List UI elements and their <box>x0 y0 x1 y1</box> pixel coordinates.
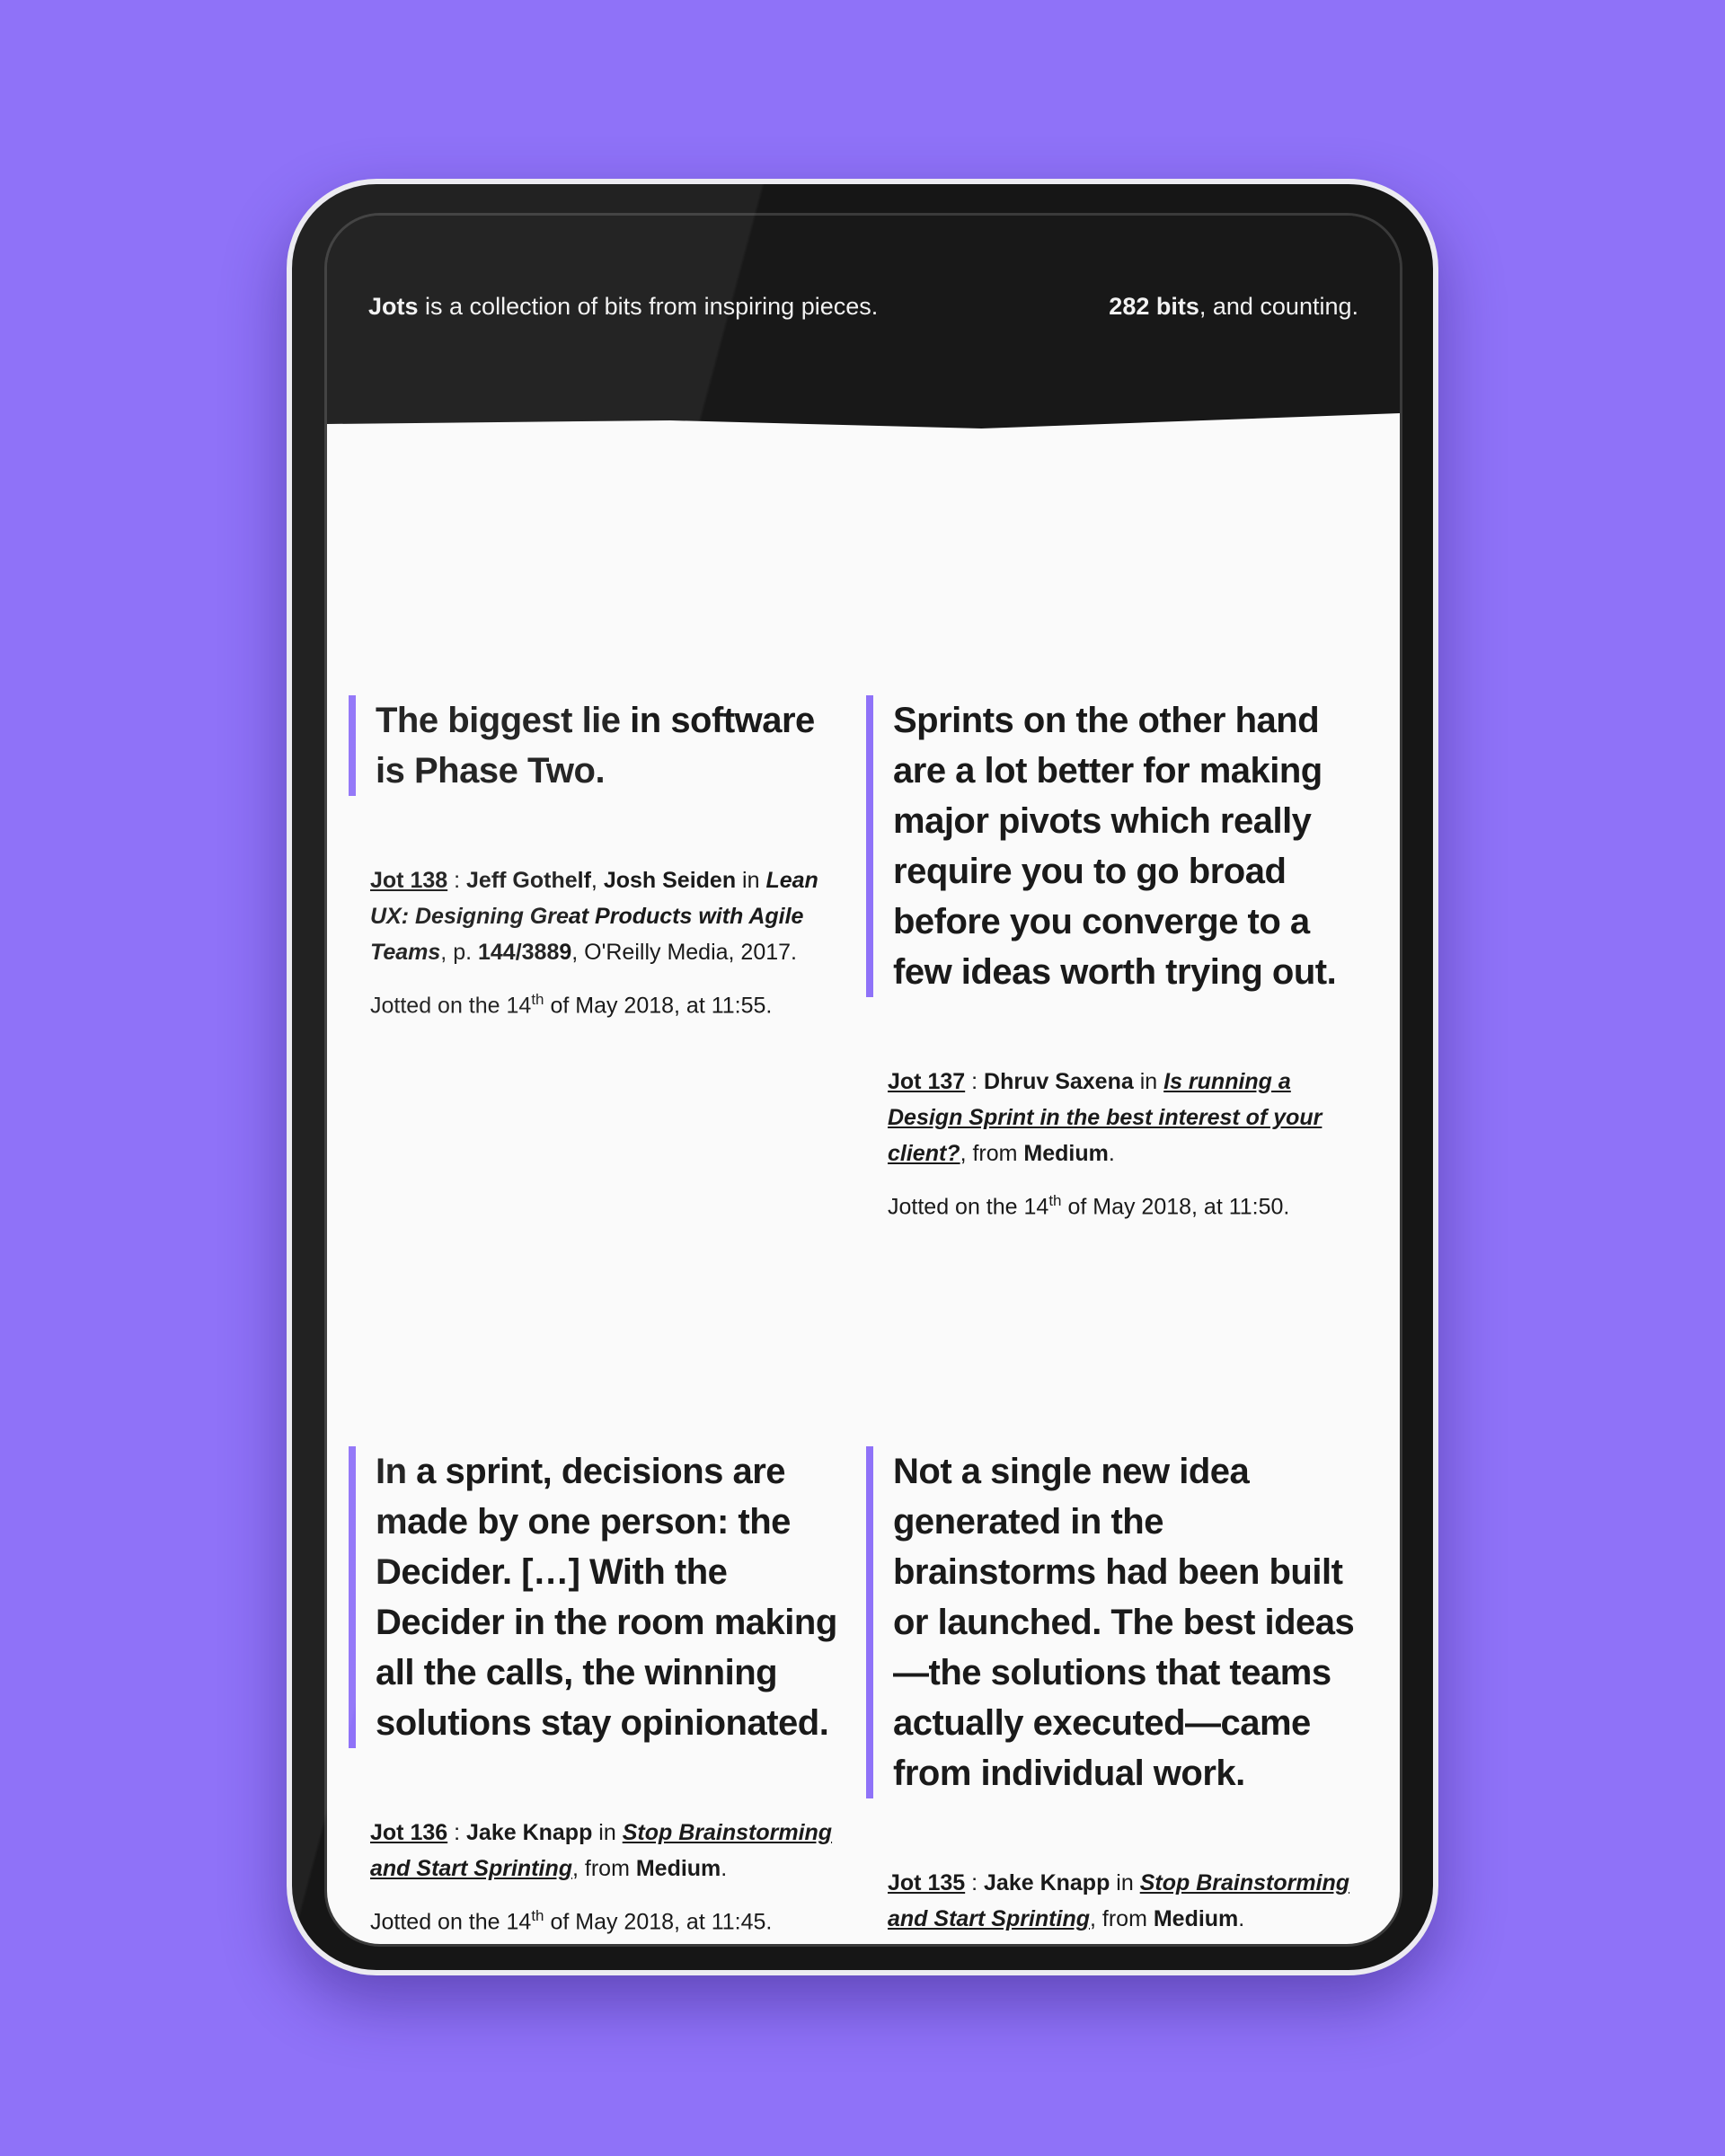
bit-counter: 282 bits, and counting. <box>1109 293 1358 321</box>
separator: , from <box>1090 1906 1154 1931</box>
jot-quote: In a sprint, decisions are made by one p… <box>349 1446 852 1748</box>
jot-card: The biggest lie in software is Phase Two… <box>349 695 852 1021</box>
separator: , from <box>572 1856 636 1881</box>
jot-quote: Not a single new idea generated in the b… <box>866 1446 1369 1798</box>
page-prefix: , p. <box>440 940 478 965</box>
jot-permalink[interactable]: Jot 137 <box>888 1069 965 1094</box>
jot-quote: Sprints on the other hand are a lot bett… <box>866 695 1369 997</box>
separator: . <box>1108 1141 1115 1166</box>
jot-permalink[interactable]: Jot 138 <box>370 868 447 893</box>
site-tagline: Jots is a collection of bits from inspir… <box>368 293 878 321</box>
separator: in <box>1133 1069 1164 1094</box>
jot-quote: The biggest lie in software is Phase Two… <box>349 695 852 796</box>
date-prefix: Jotted on the 14 <box>370 993 532 1019</box>
publisher: Medium <box>1153 1906 1239 1931</box>
date-ordinal: th <box>1048 1192 1062 1209</box>
separator: . <box>1238 1906 1245 1931</box>
author-name: Dhruv Saxena <box>984 1069 1134 1094</box>
date-ordinal: th <box>531 991 544 1008</box>
date-suffix: of May 2018, at 11:50. <box>1061 1194 1290 1220</box>
author-name: Jeff Gothelf <box>466 868 591 893</box>
jot-citation: Jot 135 : Jake Knapp in Stop Brainstormi… <box>888 1865 1369 1937</box>
author-name: Jake Knapp <box>984 1870 1110 1895</box>
jot-date: Jotted on the 14th of May 2018, at 11:55… <box>370 985 852 1021</box>
bit-count-suffix: , and counting. <box>1199 293 1358 320</box>
jot-permalink[interactable]: Jot 136 <box>370 1820 447 1845</box>
separator: in <box>736 868 766 893</box>
page-number: 144/3889 <box>477 940 572 965</box>
publisher: , O'Reilly Media, 2017. <box>571 940 797 965</box>
publisher: Medium <box>635 1856 721 1881</box>
publisher: Medium <box>1023 1141 1109 1166</box>
jot-citation: Jot 136 : Jake Knapp in Stop Brainstormi… <box>370 1815 852 1886</box>
jot-citation: Jot 137 : Dhruv Saxena in Is running a D… <box>888 1064 1369 1171</box>
site-header: Jots is a collection of bits from inspir… <box>327 216 1400 422</box>
author-name: Josh Seiden <box>603 868 737 893</box>
author-name: Jake Knapp <box>466 1820 593 1845</box>
separator: : <box>965 1069 985 1094</box>
jot-date: Jotted on the 14th of May 2018, at 11:50… <box>888 1186 1369 1222</box>
separator: : <box>447 1820 467 1845</box>
jot-citation: Jot 138 : Jeff Gothelf, Josh Seiden in L… <box>370 862 852 970</box>
jot-card: In a sprint, decisions are made by one p… <box>349 1446 852 1937</box>
bit-count: 282 bits <box>1109 293 1199 320</box>
separator: , <box>590 868 604 893</box>
jot-date: Jotted on the 14th of May 2018, at 11:45… <box>370 1901 852 1937</box>
brand-name: Jots <box>368 293 419 320</box>
date-ordinal: th <box>531 1907 544 1924</box>
separator: . <box>721 1856 728 1881</box>
separator: in <box>1110 1870 1140 1895</box>
separator: : <box>447 868 467 893</box>
jot-card: Sprints on the other hand are a lot bett… <box>866 695 1369 1222</box>
tablet-screen: Jots is a collection of bits from inspir… <box>324 213 1402 1947</box>
date-suffix: of May 2018, at 11:45. <box>544 1909 773 1935</box>
date-prefix: Jotted on the 14 <box>370 1909 532 1935</box>
date-suffix: of May 2018, at 11:55. <box>544 993 773 1019</box>
tablet-frame: Jots is a collection of bits from inspir… <box>287 179 1438 1975</box>
separator: : <box>965 1870 985 1895</box>
date-prefix: Jotted on the 14 <box>888 1194 1049 1220</box>
tagline-text: is a collection of bits from inspiring p… <box>418 293 879 320</box>
jot-permalink[interactable]: Jot 135 <box>888 1870 965 1895</box>
separator: , from <box>960 1141 1024 1166</box>
jot-card: Not a single new idea generated in the b… <box>866 1446 1369 1937</box>
separator: in <box>592 1820 623 1845</box>
